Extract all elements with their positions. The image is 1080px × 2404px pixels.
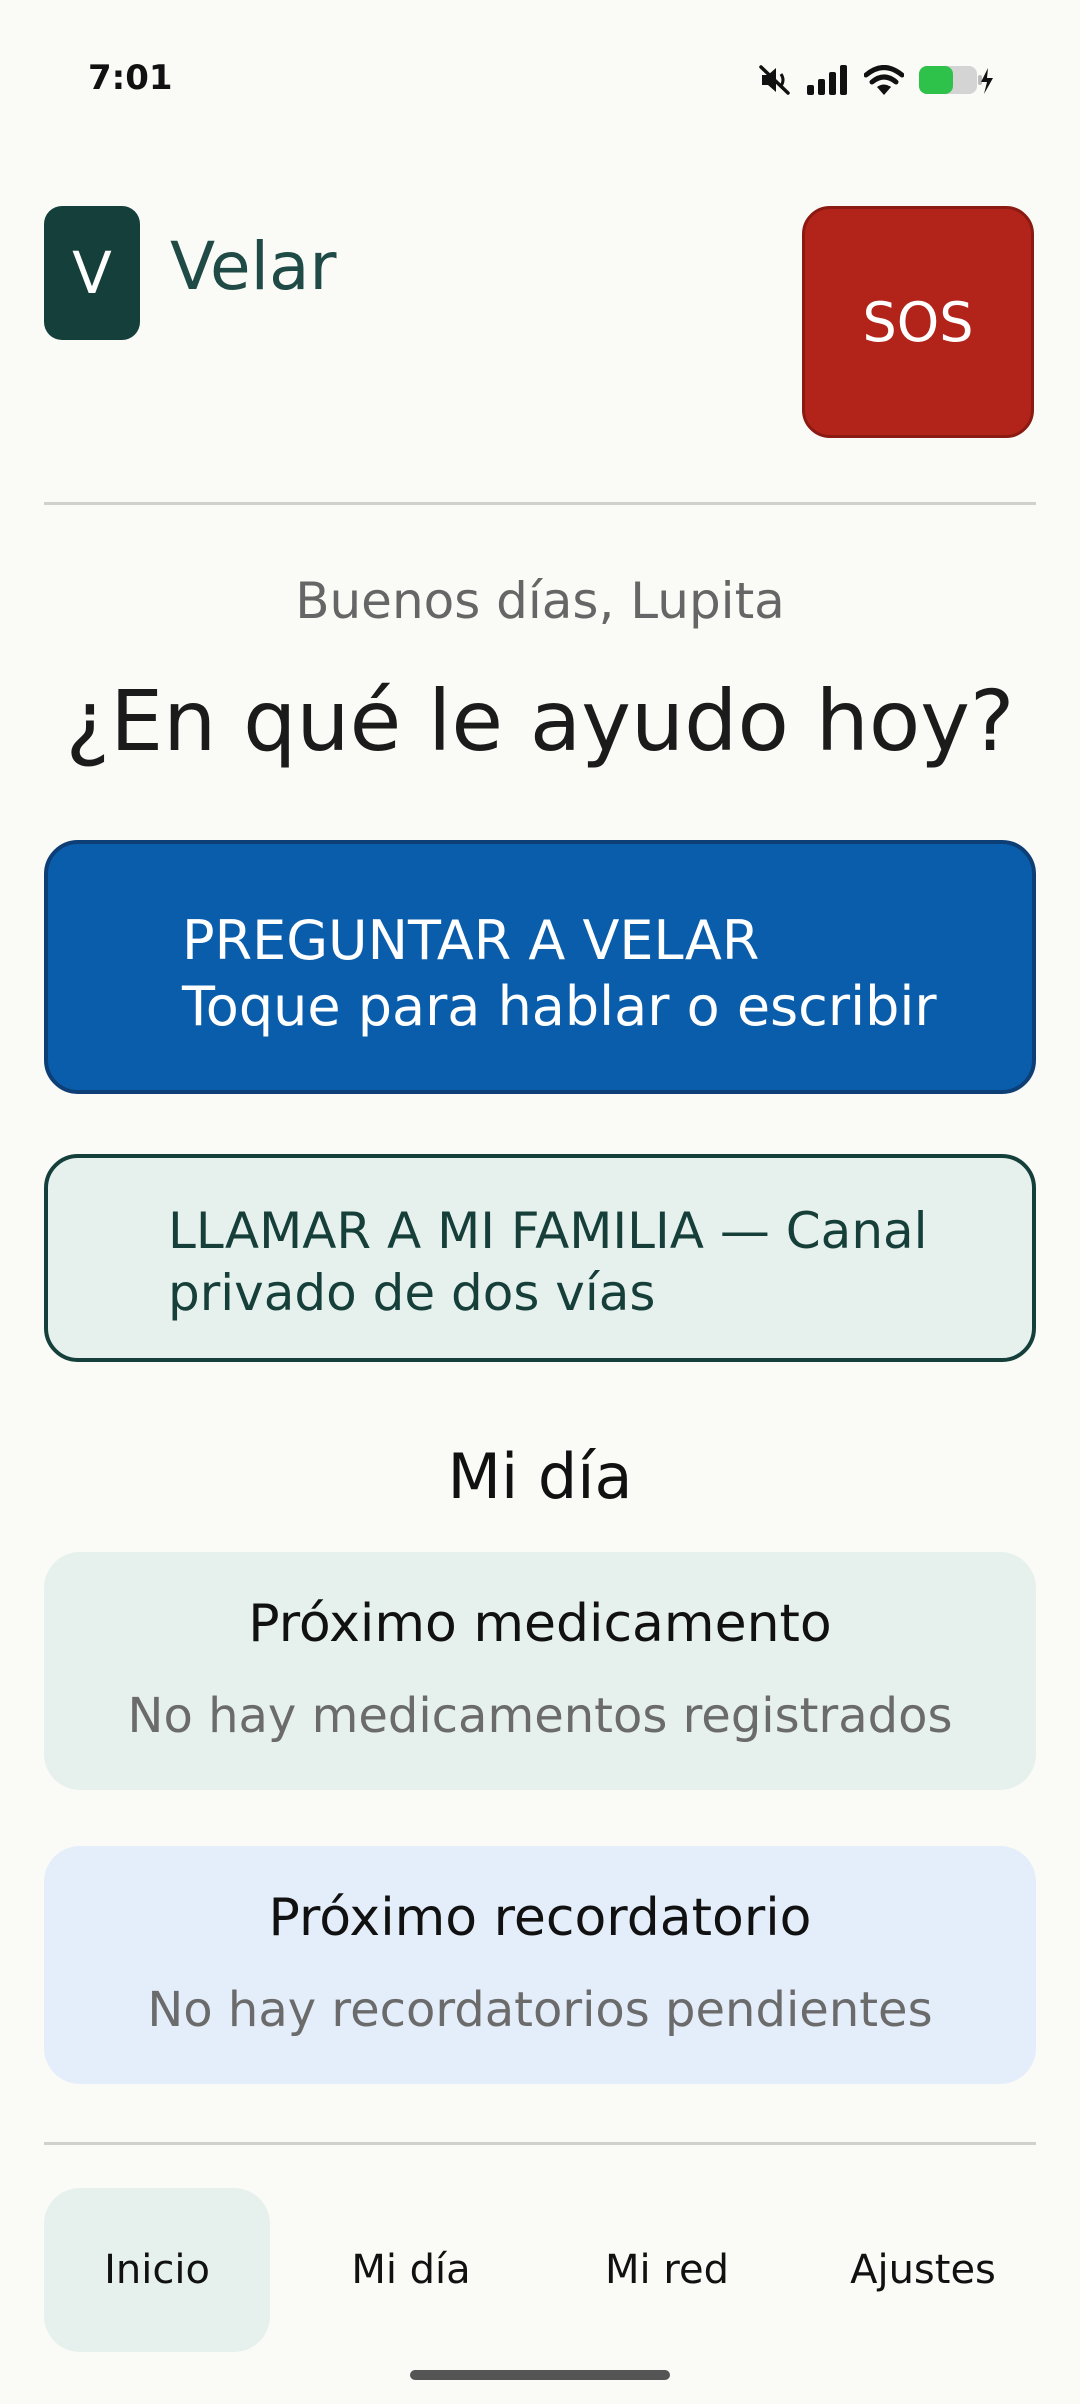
nav-item-label: Mi día [351,2247,471,2293]
signal-icon [806,65,850,95]
call-family-label: LLAMAR A MI FAMILIA — Canal privado de d… [168,1202,928,1322]
app-logo: V [44,206,140,340]
nav-item-label: Inicio [104,2247,210,2293]
app-name: Velar [170,228,337,305]
call-family-button[interactable]: LLAMAR A MI FAMILIA — Canal privado de d… [44,1154,1036,1362]
mute-icon [758,64,792,96]
logo-letter: V [72,239,112,307]
reminder-card-status: No hay recordatorios pendientes [147,1982,933,2038]
nav-item-label: Mi red [605,2247,729,2293]
reminder-card-title: Próximo recordatorio [268,1888,812,1948]
nav-item-ajustes[interactable]: Ajustes [810,2188,1036,2352]
wifi-icon [864,65,904,95]
my-day-title: Mi día [447,1440,633,1513]
nav-item-mi-red[interactable]: Mi red [554,2188,780,2352]
sos-label: SOS [862,290,974,354]
page-title: ¿En qué le ayudo hoy? [65,672,1015,770]
nav-item-mi-dia[interactable]: Mi día [298,2188,524,2352]
sos-button[interactable]: SOS [802,206,1034,438]
ask-velar-subtitle: Toque para hablar o escribir [182,975,937,1038]
nav-item-inicio[interactable]: Inicio [44,2188,270,2352]
bottom-nav: Inicio Mi día Mi red Ajustes [0,2188,1080,2352]
home-indicator[interactable] [410,2370,670,2380]
reminder-card[interactable]: Próximo recordatorio No hay recordatorio… [44,1846,1036,2084]
greeting-text: Buenos días, Lupita [295,572,785,630]
medication-card[interactable]: Próximo medicamento No hay medicamentos … [44,1552,1036,1790]
medication-card-title: Próximo medicamento [248,1594,832,1654]
status-time: 7:01 [88,58,173,98]
header-divider [44,502,1036,505]
battery-charging-icon [918,64,994,96]
status-icons [758,60,994,100]
nav-item-label: Ajustes [850,2247,996,2293]
nav-divider [44,2142,1036,2145]
ask-velar-button[interactable]: PREGUNTAR A VELAR Toque para hablar o es… [44,840,1036,1094]
ask-velar-title: PREGUNTAR A VELAR [182,909,760,972]
medication-card-status: No hay medicamentos registrados [127,1688,953,1744]
